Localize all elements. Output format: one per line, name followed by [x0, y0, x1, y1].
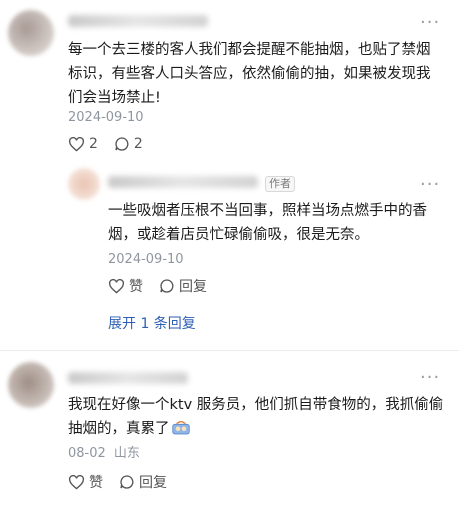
- username[interactable]: [68, 15, 208, 27]
- expand-replies-link[interactable]: 展开 1 条回复: [108, 313, 196, 333]
- username[interactable]: [68, 372, 188, 384]
- more-options-icon[interactable]: ···: [420, 14, 440, 32]
- like-button[interactable]: 2: [68, 136, 98, 152]
- reply-actions: 赞 回复: [108, 276, 223, 296]
- comment-location: 山东: [113, 446, 140, 461]
- divider: [0, 350, 459, 351]
- heart-icon: [108, 278, 125, 294]
- comment-meta: 08-02 山东: [68, 446, 140, 462]
- comment-text-content: 我现在好像一个ktv 服务员，他们抓自带食物的，我抓偷偷抽烟的，真累了: [68, 397, 444, 437]
- like-button[interactable]: 赞: [68, 472, 103, 492]
- more-options-icon[interactable]: ···: [420, 176, 440, 194]
- reply-button[interactable]: 2: [114, 136, 143, 152]
- comment-bubble-icon: [120, 475, 134, 489]
- reply-text: 一些吸烟者压根不当回事，照样当场点燃手中的香烟，或趁着店员忙碌偷偷吸，很是无奈。: [108, 203, 427, 243]
- author-badge: 作者: [265, 176, 295, 192]
- comment-bubble-icon: [115, 137, 129, 151]
- heart-icon: [68, 474, 85, 490]
- username[interactable]: [108, 176, 258, 188]
- avatar[interactable]: [68, 168, 100, 200]
- comment-actions: 2 2: [68, 136, 159, 152]
- like-label: 赞: [129, 279, 143, 295]
- like-label: 赞: [89, 475, 103, 491]
- tired-emoji-icon: [171, 421, 190, 435]
- like-button[interactable]: 赞: [108, 276, 143, 296]
- like-count: 2: [89, 136, 98, 152]
- comment-actions: 赞 回复: [68, 472, 183, 492]
- avatar[interactable]: [8, 10, 54, 56]
- comment-date: 2024-09-10: [68, 110, 144, 125]
- comment-date: 08-02: [68, 446, 106, 461]
- avatar[interactable]: [8, 362, 54, 408]
- reply-label: 回复: [139, 475, 167, 491]
- reply-count: 2: [133, 136, 143, 152]
- heart-icon: [68, 136, 85, 152]
- comment-bubble-icon: [160, 279, 174, 293]
- reply-label: 回复: [179, 279, 207, 295]
- reply-button[interactable]: 回复: [119, 472, 167, 492]
- reply-button[interactable]: 回复: [159, 276, 207, 296]
- comment-text: 每一个去三楼的客人我们都会提醒不能抽烟，也贴了禁烟标识，有些客人口头答应，依然偷…: [68, 42, 431, 106]
- comment-text: 我现在好像一个ktv 服务员，他们抓自带食物的，我抓偷偷抽烟的，真累了: [68, 393, 444, 441]
- reply-date: 2024-09-10: [108, 252, 184, 267]
- more-options-icon[interactable]: ···: [420, 369, 440, 387]
